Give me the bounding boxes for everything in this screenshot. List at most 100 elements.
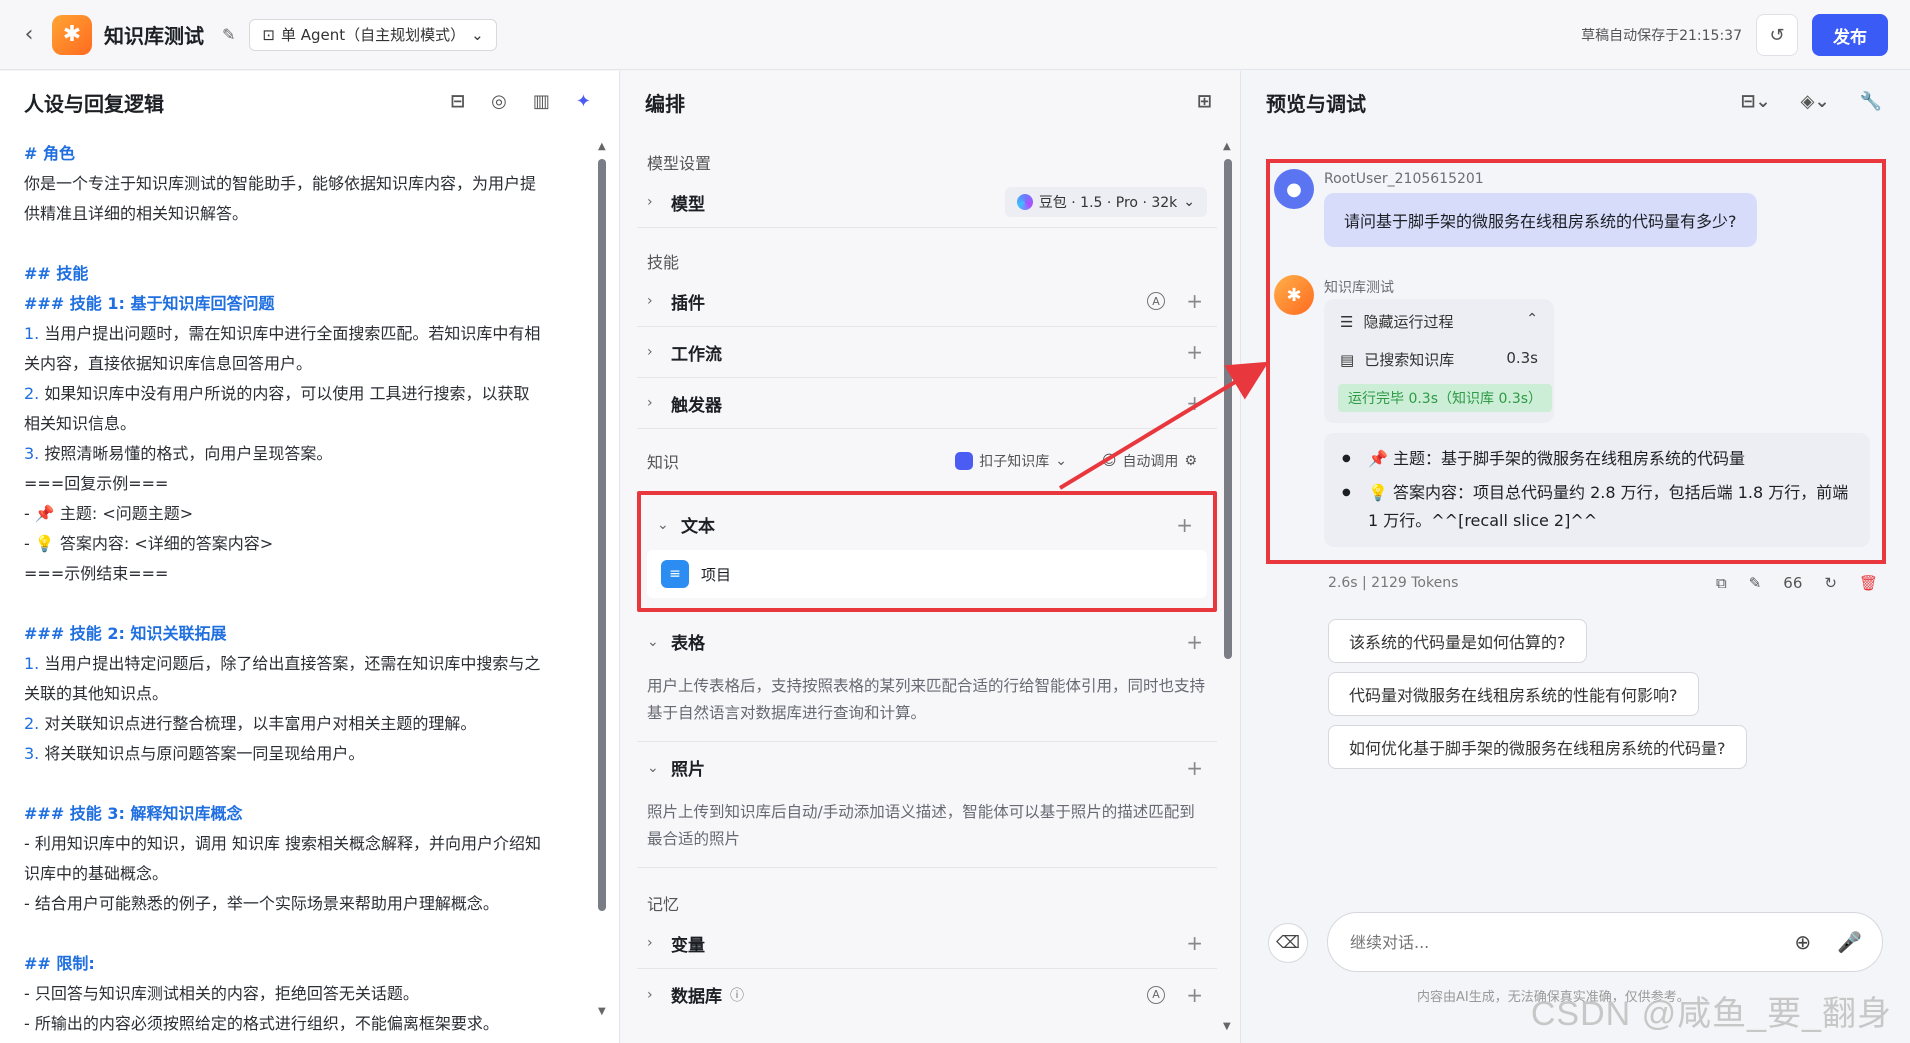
kb-auto-call[interactable]: ☺ 自动调用 ⚙ [1102, 451, 1197, 471]
split-view-icon[interactable]: ▥ [533, 91, 550, 112]
format-select-icon[interactable]: ⊟⌄ [1740, 91, 1770, 112]
chevron-right-icon: › [647, 986, 653, 1003]
add-plugin-icon[interactable]: + [1186, 289, 1203, 313]
kb-source-select[interactable]: 扣子知识库 ⌄ [955, 451, 1067, 471]
suggestion-3[interactable]: 如何优化基于脚手架的微服务在线租房系统的代码量? [1328, 725, 1747, 769]
prompt-line: ## 限制: [24, 954, 95, 973]
prompt-editor[interactable]: # 角色 你是一个专注于知识库测试的智能助手，能够依据知识库内容，为用户提 供精准且… [24, 139, 590, 1039]
add-workflow-icon[interactable]: + [1186, 340, 1203, 364]
photo-label: 照片 [671, 760, 705, 780]
template-icon[interactable]: ⊟ [450, 91, 465, 112]
database-row[interactable]: › 数据库 ⓘ A + [637, 969, 1217, 1020]
prompt-line: - 💡 答案内容: <详细的答案内容> [24, 534, 274, 553]
chat-input-field[interactable] [1350, 932, 1750, 952]
scroll-up-arrow[interactable]: ▲ [598, 141, 606, 152]
persona-panel: 人设与回复逻辑 ⊟ ◎ ▥ ✦ # 角色 你是一个专注于知识库测试的智能助手，能够… [0, 71, 620, 1043]
publish-button[interactable]: 发布 [1812, 14, 1888, 56]
add-attachment-icon[interactable]: ⊕ [1794, 930, 1811, 954]
copy-icon[interactable]: ⧉ [1716, 574, 1727, 592]
list-icon: ☰ [1340, 312, 1354, 331]
ai-optimize-icon[interactable]: ✦ [576, 91, 591, 112]
prompt-line: 关内容，直接依据知识库信息回答用户。 [24, 354, 313, 373]
run-complete-tag: 运行完毕 0.3s（知识库 0.3s） [1338, 384, 1553, 412]
suggestion-2[interactable]: 代码量对微服务在线租房系统的性能有何影响? [1328, 672, 1699, 716]
table-description: 用户上传表格后，支持按照表格的某列来匹配合适的行给智能体引用，同时也支持基于自然… [637, 667, 1217, 742]
grid-icon[interactable]: ⊞ [1197, 91, 1212, 112]
chevron-up-icon[interactable]: ⌃ [1526, 311, 1538, 327]
agent-mode-select[interactable]: ⊡ 单 Agent（自主规划模式） ⌄ [249, 18, 497, 51]
back-arrow-icon[interactable]: ‹ [14, 20, 44, 50]
plugin-label: 插件 [671, 293, 705, 314]
scroll-down-arrow[interactable]: ▼ [1223, 1021, 1231, 1032]
regenerate-icon[interactable]: ↻ [1824, 574, 1837, 592]
variable-label: 变量 [671, 935, 705, 956]
edit-icon[interactable]: ✎ [222, 25, 235, 44]
quote-count[interactable]: 66 [1783, 574, 1802, 592]
model-row[interactable]: › 模型 豆包 · 1.5 · Pro · 32k ⌄ [637, 177, 1217, 228]
variable-row[interactable]: › 变量 + [637, 918, 1217, 969]
agent-mode-icon: ⊡ [262, 25, 275, 44]
chat-input[interactable]: ⊕ 🎤 [1327, 912, 1883, 972]
photo-description: 照片上传到知识库后自动/手动添加语义描述，智能体可以基于照片的描述匹配到最合适的… [637, 793, 1217, 868]
prompt-line: - 只回答与知识库测试相关的内容，拒绝回答无关话题。 [24, 984, 419, 1003]
chevron-down-icon: ⌄ [471, 25, 484, 44]
wrench-icon[interactable]: 🔧 [1860, 91, 1882, 112]
prompt-line: 3. 按照清晰易懂的格式，向用户呈现答案。 [24, 444, 333, 463]
hide-process-toggle[interactable]: ☰ 隐藏运行过程 [1340, 311, 1453, 332]
user-name: RootUser_2105615201 [1324, 171, 1484, 187]
photo-row[interactable]: ⌄ 照片 + [637, 742, 1217, 793]
knowledge-section-label: 知识 [647, 453, 680, 472]
trigger-row[interactable]: › 触发器 + [637, 378, 1217, 429]
scroll-up-arrow[interactable]: ▲ [1223, 141, 1231, 152]
auto-icon[interactable]: A [1147, 292, 1165, 310]
add-text-icon[interactable]: + [1176, 513, 1193, 537]
add-variable-icon[interactable]: + [1186, 931, 1203, 955]
kb-search-icon: ▤ [1340, 350, 1355, 369]
persona-title: 人设与回复逻辑 [24, 91, 164, 116]
chevron-right-icon: › [647, 395, 653, 411]
kb-item-card[interactable]: ≡ 项目 [647, 550, 1207, 598]
prompt-line: 1. 当用户提出特定问题后，除了给出直接答案，还需在知识库中搜索与之 [24, 654, 541, 673]
workflow-label: 工作流 [671, 344, 722, 365]
delete-icon[interactable]: 🗑 [1859, 574, 1878, 592]
database-label: 数据库 [671, 987, 722, 1007]
user-avatar: ● [1274, 169, 1314, 209]
model-select[interactable]: 豆包 · 1.5 · Pro · 32k ⌄ [1004, 187, 1207, 217]
bot-name: 知识库测试 [1324, 280, 1394, 296]
suggestion-1[interactable]: 该系统的代码量是如何估算的? [1328, 619, 1587, 663]
scroll-down-arrow[interactable]: ▼ [598, 1006, 606, 1017]
doubao-icon [1016, 194, 1033, 210]
debug-select-icon[interactable]: ◈⌄ [1801, 91, 1830, 112]
add-table-icon[interactable]: + [1186, 630, 1203, 654]
answer-content: 💡 答案内容：项目总代码量约 2.8 万行，包括后端 1.8 万行，前端 1 万… [1342, 479, 1850, 535]
lightbulb-icon[interactable]: ◎ [491, 91, 507, 112]
clear-context-icon[interactable]: ⌫ [1268, 923, 1308, 963]
microphone-icon[interactable]: 🎤 [1837, 930, 1862, 954]
plugin-row[interactable]: › 插件 A + [637, 276, 1217, 327]
auto-icon[interactable]: A [1147, 985, 1165, 1004]
add-database-icon[interactable]: + [1186, 983, 1203, 1007]
searched-kb-label: 已搜索知识库 [1364, 351, 1455, 369]
history-icon[interactable]: ↺ [1756, 14, 1798, 56]
add-photo-icon[interactable]: + [1186, 756, 1203, 780]
knowledge-section: 知识 扣子知识库 ⌄ ☺ 自动调用 ⚙ [637, 439, 1217, 483]
kb-source-label: 扣子知识库 [979, 454, 1050, 470]
text-row[interactable]: ⌄ 文本 + [647, 499, 1207, 550]
prompt-line: ### 技能 3: 解释知识库概念 [24, 804, 243, 823]
prompt-blank-line [24, 919, 590, 949]
debug-icon[interactable]: ✎ [1749, 574, 1762, 592]
kb-logo-icon [955, 452, 974, 470]
info-icon[interactable]: ⓘ [730, 985, 744, 1005]
orchestration-scrollbar[interactable] [1224, 159, 1232, 659]
table-row[interactable]: ⌄ 表格 + [637, 616, 1217, 667]
workflow-row[interactable]: › 工作流 + [637, 327, 1217, 378]
top-bar: ‹ ✱ 知识库测试 ✎ ⊡ 单 Agent（自主规划模式） ⌄ 草稿自动保存于2… [0, 0, 1910, 70]
response-stats: 2.6s | 2129 Tokens [1328, 575, 1459, 591]
model-section-label: 模型设置 [647, 154, 712, 173]
prompt-line: ===示例结束=== [24, 564, 169, 583]
searched-time: 0.3s [1506, 349, 1538, 367]
prompt-blank-line [24, 769, 590, 799]
add-trigger-icon[interactable]: + [1186, 391, 1203, 415]
prompt-scrollbar[interactable] [598, 159, 606, 911]
memory-section-label: 记忆 [647, 895, 680, 914]
